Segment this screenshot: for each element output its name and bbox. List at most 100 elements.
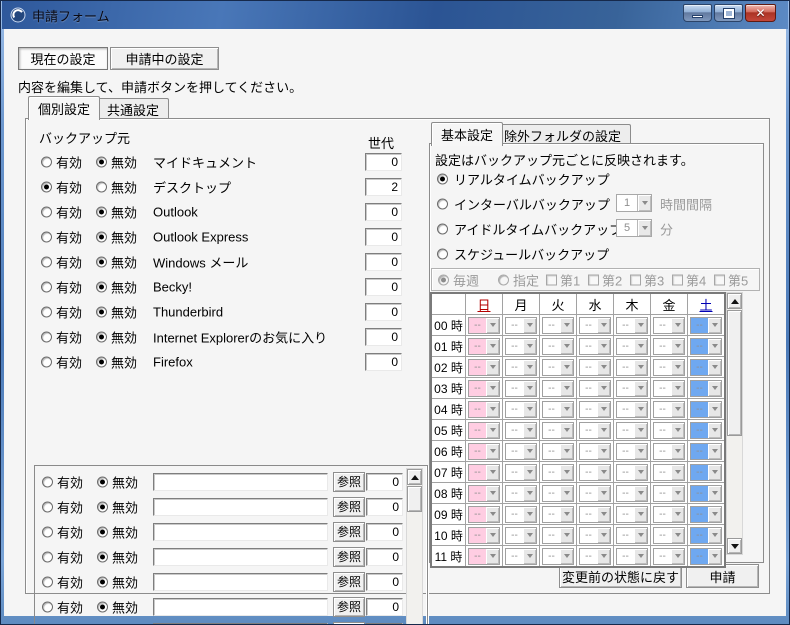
pending-settings-toggle[interactable]: 申請中の設定 <box>110 47 219 70</box>
chevron-down-icon <box>674 512 681 516</box>
combobox-value: -- <box>580 527 597 543</box>
title-bar[interactable]: 申請フォーム ✕ <box>2 1 788 29</box>
chevron-down-icon <box>563 428 570 432</box>
combobox-value: -- <box>654 422 671 438</box>
chevron-down-icon <box>641 226 648 230</box>
enable-radio[interactable] <box>41 281 52 292</box>
browse-button[interactable]: 参照 <box>333 621 365 624</box>
browse-button[interactable]: 参照 <box>333 471 365 492</box>
enable-radio[interactable] <box>42 526 53 537</box>
generation-input[interactable] <box>366 572 403 591</box>
combobox-value: -- <box>617 485 634 501</box>
disable-radio[interactable] <box>96 156 107 167</box>
folder-path-input[interactable] <box>153 497 328 516</box>
folder-path-input[interactable] <box>153 547 328 566</box>
backup-source-row: 有効 無効 Outlook Express <box>26 224 426 249</box>
enable-radio[interactable] <box>41 156 52 167</box>
generation-input[interactable] <box>366 472 403 491</box>
browse-button[interactable]: 参照 <box>333 521 365 542</box>
tab-individual-settings[interactable]: 個別設定 <box>28 96 101 120</box>
enable-radio[interactable] <box>42 576 53 587</box>
chevron-down-icon <box>637 407 644 411</box>
disable-radio[interactable] <box>97 476 108 487</box>
browse-button[interactable]: 参照 <box>333 571 365 592</box>
enable-radio[interactable] <box>41 256 52 267</box>
generation-input[interactable] <box>366 597 403 616</box>
folder-path-input[interactable] <box>153 472 328 491</box>
interval-combobox: 5 <box>616 219 652 237</box>
generation-input[interactable] <box>365 327 402 346</box>
generation-input[interactable] <box>365 152 402 171</box>
disable-radio[interactable] <box>96 306 107 317</box>
disable-radio[interactable] <box>97 526 108 537</box>
chevron-down-icon <box>674 491 681 495</box>
disable-radio[interactable] <box>96 256 107 267</box>
source-name: マイドキュメント <box>153 155 258 170</box>
generation-input[interactable] <box>366 522 403 541</box>
schedule-combobox: -- <box>505 484 537 502</box>
disable-radio[interactable] <box>97 576 108 587</box>
backup-mode-list: リアルタイムバックアップ インターバルバックアップ 1 時間間隔 アイドルタイムバックア… <box>430 166 765 266</box>
scroll-up-icon[interactable] <box>727 293 742 309</box>
enable-radio[interactable] <box>42 476 53 487</box>
schedule-scrollbar[interactable] <box>726 292 743 555</box>
enable-radio[interactable] <box>42 551 53 562</box>
scrollbar-thumb[interactable] <box>407 486 422 512</box>
schedule-combobox: -- <box>542 547 574 565</box>
browse-button[interactable]: 参照 <box>333 596 365 617</box>
tab-common-settings[interactable]: 共通設定 <box>97 98 170 120</box>
enable-radio[interactable] <box>41 331 52 342</box>
scrollbar-thumb[interactable] <box>727 310 742 436</box>
folder-path-input[interactable] <box>153 522 328 541</box>
mode-suffix-label: 時間間隔 <box>660 197 713 212</box>
combobox-dropdown-icon <box>671 317 684 333</box>
folder-path-input[interactable] <box>153 572 328 591</box>
generation-input[interactable] <box>366 497 403 516</box>
enable-radio[interactable] <box>41 231 52 242</box>
maximize-button[interactable] <box>714 4 743 22</box>
enable-radio[interactable] <box>41 181 52 192</box>
disable-radio[interactable] <box>96 281 107 292</box>
generation-input[interactable] <box>365 177 402 196</box>
generation-input[interactable] <box>365 277 402 296</box>
mode-radio[interactable] <box>437 248 448 259</box>
generation-input[interactable] <box>365 252 402 271</box>
enable-radio[interactable] <box>41 356 52 367</box>
scroll-up-icon[interactable] <box>407 469 422 485</box>
disable-radio[interactable] <box>97 551 108 562</box>
browse-button[interactable]: 参照 <box>333 546 365 567</box>
disable-radio[interactable] <box>96 206 107 217</box>
schedule-cell: -- <box>614 357 650 377</box>
enable-radio[interactable] <box>41 206 52 217</box>
disable-radio[interactable] <box>96 181 107 192</box>
enable-radio[interactable] <box>42 501 53 512</box>
generation-input[interactable] <box>365 227 402 246</box>
disable-radio[interactable] <box>96 331 107 342</box>
current-settings-toggle[interactable]: 現在の設定 <box>18 47 108 70</box>
enable-radio[interactable] <box>42 601 53 612</box>
minimize-button[interactable] <box>683 4 712 22</box>
tab-basic-settings[interactable]: 基本設定 <box>431 122 504 146</box>
enable-label: 有効 <box>56 305 83 320</box>
close-button[interactable]: ✕ <box>745 4 776 22</box>
disable-radio[interactable] <box>97 501 108 512</box>
custom-list-scrollbar[interactable] <box>406 468 423 624</box>
mode-radio[interactable] <box>437 198 448 209</box>
enable-radio[interactable] <box>41 306 52 317</box>
schedule-cell: -- <box>688 336 724 356</box>
generation-input[interactable] <box>365 202 402 221</box>
custom-backup-group: 有効無効参照有効無効参照有効無効参照有効無効参照有効無効参照有効無効参照有効無効… <box>34 465 428 624</box>
mode-radio[interactable] <box>437 223 448 234</box>
mode-radio[interactable] <box>437 173 448 184</box>
disable-radio[interactable] <box>97 601 108 612</box>
disable-radio[interactable] <box>96 356 107 367</box>
disable-radio[interactable] <box>96 231 107 242</box>
combobox-dropdown-icon <box>597 338 610 354</box>
generation-input[interactable] <box>366 547 403 566</box>
folder-path-input[interactable] <box>153 597 328 616</box>
generation-input[interactable] <box>365 302 402 321</box>
generation-input[interactable] <box>365 352 402 371</box>
scroll-down-icon[interactable] <box>727 538 742 554</box>
chevron-down-icon <box>563 470 570 474</box>
browse-button[interactable]: 参照 <box>333 496 365 517</box>
